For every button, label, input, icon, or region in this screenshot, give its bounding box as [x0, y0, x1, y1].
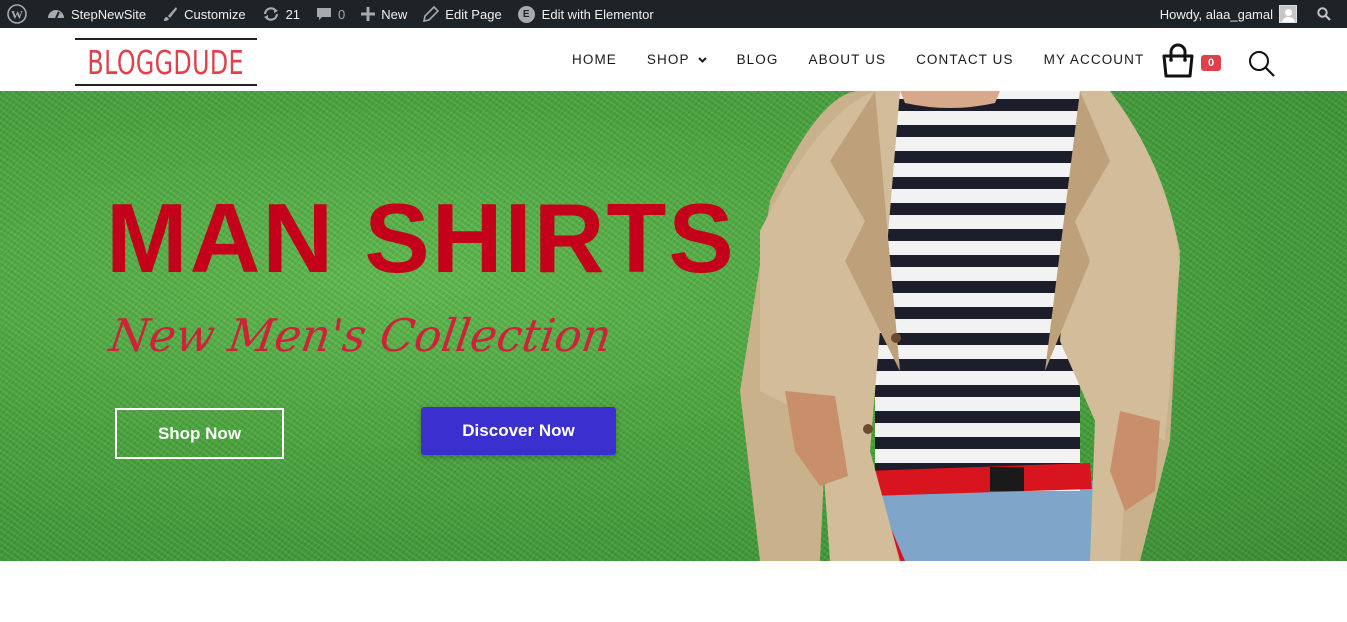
nav-about-us[interactable]: ABOUT US: [809, 52, 887, 67]
cart-count-badge: 0: [1201, 55, 1221, 71]
nav-contact-us-label: CONTACT US: [916, 52, 1014, 67]
nav-blog-label: BLOG: [736, 52, 779, 67]
customize-label: Customize: [184, 6, 246, 22]
logo-text: BLOGGDUDE: [87, 42, 245, 82]
nav-home[interactable]: HOME: [572, 52, 617, 67]
site-logo[interactable]: BLOGGDUDE: [75, 38, 257, 86]
nav-shop-label: SHOP: [646, 52, 690, 67]
hero-model-image: [740, 91, 1180, 561]
hero-title: MAN SHIRTS: [106, 183, 736, 293]
nav-my-account[interactable]: MY ACCOUNT: [1044, 52, 1145, 67]
wordpress-logo-icon[interactable]: W: [0, 0, 39, 28]
site-name-label: StepNewSite: [71, 6, 147, 22]
nav-blog[interactable]: BLOG: [737, 52, 779, 67]
edit-page-link[interactable]: Edit Page: [415, 0, 509, 28]
avatar: [1279, 5, 1297, 23]
comments-link[interactable]: 0: [308, 0, 353, 28]
edit-page-label: Edit Page: [445, 6, 502, 22]
admin-search-button[interactable]: [1305, 0, 1347, 28]
edit-elementor-label: Edit with Elementor: [541, 6, 654, 22]
shop-now-button[interactable]: Shop Now: [115, 408, 284, 459]
svg-text:W: W: [11, 8, 23, 22]
customize-link[interactable]: Customize: [154, 0, 253, 28]
search-icon[interactable]: [1248, 50, 1276, 78]
pencil-icon: [423, 6, 440, 22]
discover-now-button[interactable]: Discover Now: [421, 407, 616, 455]
hero-banner: MAN SHIRTS New Men's Collection Shop Now…: [0, 91, 1347, 561]
nav-home-label: HOME: [572, 52, 617, 67]
updates-link[interactable]: 21: [254, 0, 308, 28]
elementor-icon: E: [517, 5, 535, 23]
hero-subtitle: New Men's Collection: [106, 309, 615, 362]
new-label: New: [381, 6, 408, 22]
edit-elementor-link[interactable]: E Edit with Elementor: [510, 0, 662, 28]
nav-about-us-label: ABOUT US: [808, 52, 887, 67]
brush-icon: [164, 7, 178, 21]
nav-contact-us[interactable]: CONTACT US: [916, 52, 1014, 67]
comments-count: 0: [338, 6, 346, 22]
updates-count: 21: [285, 6, 301, 22]
updates-icon: [263, 7, 278, 21]
plus-icon: [361, 7, 376, 21]
chevron-down-icon: [697, 56, 707, 63]
howdy-label: Howdy, alaa_gamal: [1159, 6, 1273, 22]
wp-admin-bar: W StepNewSite Customize 21 0 New Edit Pa…: [0, 0, 1347, 28]
nav-shop[interactable]: SHOP: [647, 52, 707, 67]
nav-my-account-label: MY ACCOUNT: [1043, 52, 1145, 67]
main-nav: HOME SHOP BLOG ABOUT US CONTACT US MY AC…: [572, 28, 1174, 91]
dashboard-icon: [48, 10, 64, 19]
comment-icon: [317, 8, 332, 20]
my-account-menu[interactable]: Howdy, alaa_gamal: [1152, 0, 1305, 28]
search-icon: [1317, 7, 1331, 21]
new-content-link[interactable]: New: [353, 0, 415, 28]
cart-bag-icon[interactable]: [1160, 43, 1196, 79]
site-header: BLOGGDUDE HOME SHOP BLOG ABOUT US CONTAC…: [0, 28, 1347, 91]
site-name-link[interactable]: StepNewSite: [39, 0, 154, 28]
